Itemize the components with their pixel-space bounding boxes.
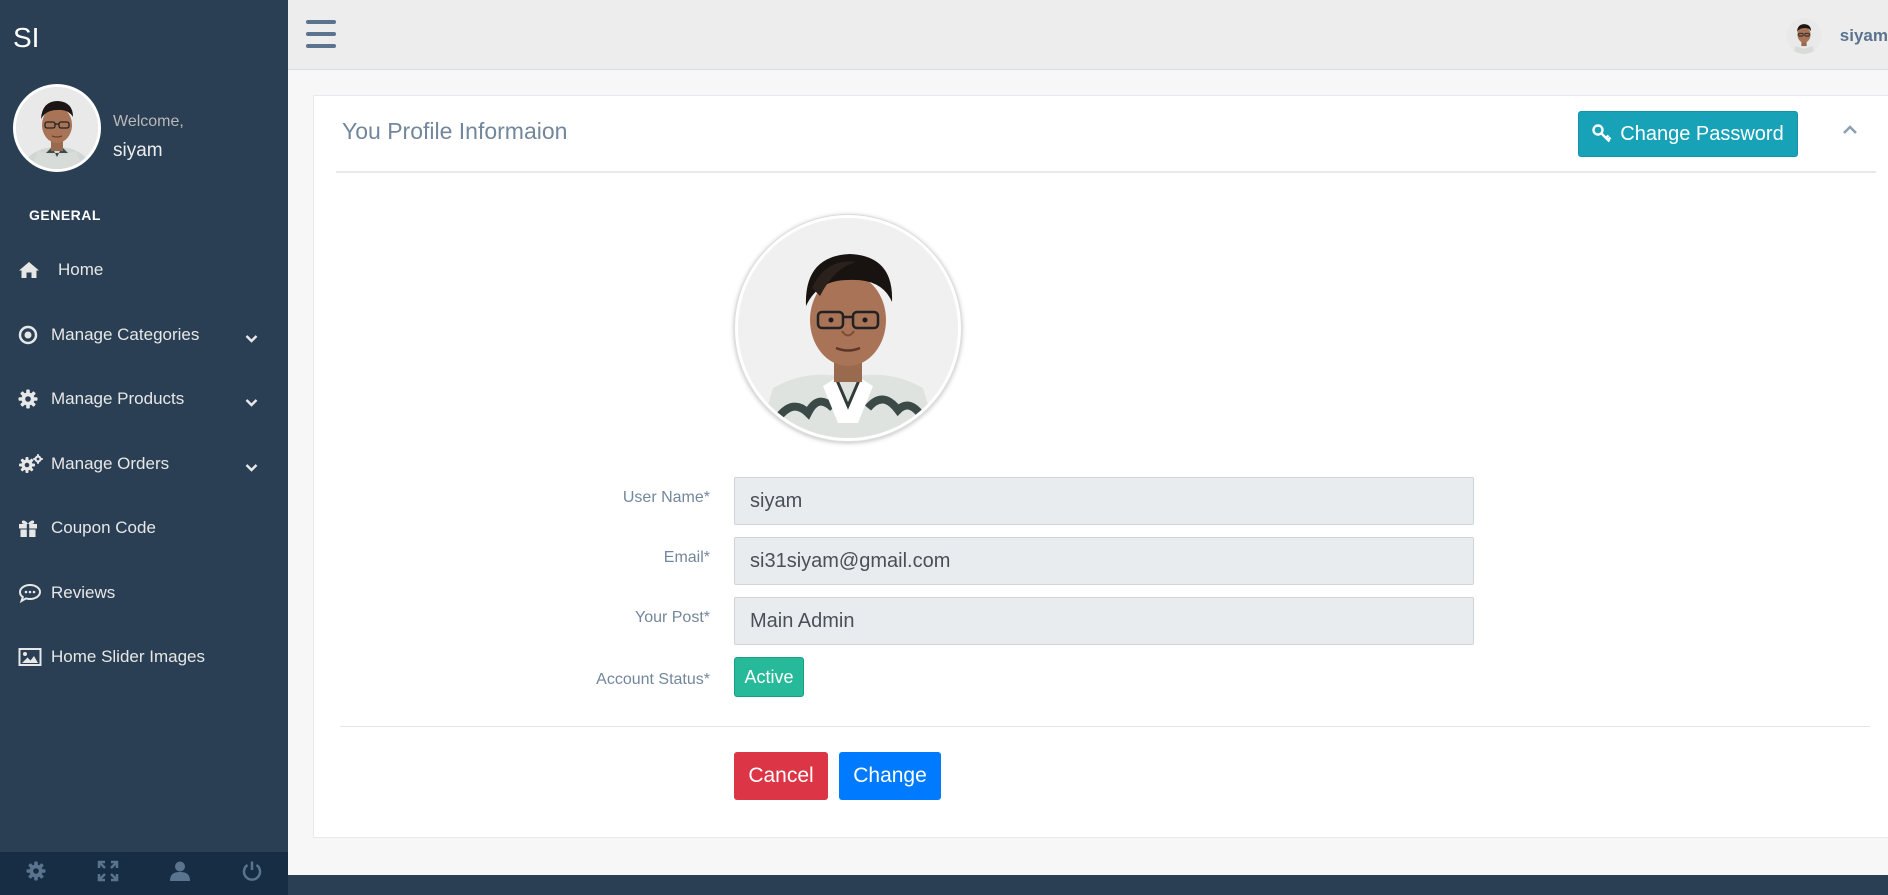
fullscreen-button[interactable]	[72, 852, 144, 895]
change-password-button[interactable]: Change Password	[1578, 111, 1798, 157]
email-field[interactable]: si31siyam@gmail.com	[734, 537, 1474, 585]
sidebar-nav: Home Manage Categories Manage Products M…	[0, 238, 288, 690]
sidebar-item-home-slider-images[interactable]: Home Slider Images	[0, 625, 288, 690]
power-icon	[241, 860, 263, 887]
sidebar: SI Welcome, siyam GENERAL Home Manage Ca…	[0, 0, 288, 895]
profile-photo	[734, 214, 962, 442]
top-username: siyam	[1839, 26, 1888, 45]
change-button[interactable]: Change	[839, 752, 941, 800]
user-icon	[169, 860, 191, 887]
chevron-up-icon[interactable]	[1842, 123, 1858, 141]
post-field[interactable]: Main Admin	[734, 597, 1474, 645]
chevron-down-icon	[245, 393, 258, 413]
sidebar-item-label: Manage Products	[51, 389, 185, 409]
profile-button[interactable]	[144, 852, 216, 895]
fullscreen-icon	[97, 860, 119, 887]
username-field[interactable]: siyam	[734, 477, 1474, 525]
comment-icon	[18, 582, 44, 604]
post-row: Your Post* Main Admin	[314, 597, 1888, 645]
status-row: Account Status* Active	[314, 657, 1888, 705]
gears-icon	[18, 453, 44, 475]
sidebar-item-label: Home	[58, 260, 104, 280]
welcome-text: Welcome,	[113, 113, 184, 130]
username-label: User Name*	[622, 489, 710, 506]
status-label: Account Status*	[596, 671, 710, 688]
gear-icon	[18, 388, 44, 410]
top-navbar: siyam	[288, 0, 1888, 70]
sidebar-item-manage-categories[interactable]: Manage Categories	[0, 303, 288, 368]
gift-icon	[18, 517, 44, 539]
settings-icon	[26, 861, 46, 886]
sidebar-item-label: Coupon Code	[51, 518, 156, 538]
menu-toggle-icon[interactable]	[306, 20, 336, 48]
profile-panel: You Profile Informaion Change Password U…	[313, 95, 1888, 838]
key-icon	[1592, 124, 1612, 144]
sidebar-item-manage-products[interactable]: Manage Products	[0, 367, 288, 432]
post-label: Your Post*	[634, 609, 710, 626]
email-row: Email* si31siyam@gmail.com	[314, 537, 1888, 585]
sidebar-item-label: Manage Categories	[51, 324, 200, 344]
image-icon	[18, 646, 44, 668]
email-label: Email*	[663, 549, 710, 566]
footer-bar	[288, 875, 1888, 895]
status-badge[interactable]: Active	[734, 657, 804, 697]
top-avatar	[1785, 18, 1822, 54]
title-divider	[336, 171, 1876, 173]
sidebar-footer	[0, 852, 288, 895]
home-icon	[18, 259, 44, 281]
change-password-label: Change Password	[1620, 122, 1784, 145]
cancel-button[interactable]: Cancel	[734, 752, 828, 800]
chevron-down-icon	[245, 458, 258, 478]
welcome-username: siyam	[113, 140, 163, 161]
sidebar-item-label: Reviews	[51, 582, 116, 602]
sidebar-item-label: Manage Orders	[51, 453, 170, 473]
panel-title: You Profile Informaion	[342, 118, 568, 144]
sidebar-item-manage-orders[interactable]: Manage Orders	[0, 432, 288, 497]
sidebar-item-reviews[interactable]: Reviews	[0, 561, 288, 626]
sidebar-item-home[interactable]: Home	[0, 238, 288, 303]
form-divider	[340, 726, 1870, 727]
logout-button[interactable]	[216, 852, 288, 895]
sidebar-item-label: Home Slider Images	[51, 647, 206, 667]
sidebar-item-coupon-code[interactable]: Coupon Code	[0, 496, 288, 561]
chevron-down-icon	[245, 329, 258, 349]
user-dropdown[interactable]: siyam	[1785, 18, 1888, 54]
username-row: User Name* siyam	[314, 477, 1888, 525]
menu-section-title: GENERAL	[29, 207, 101, 223]
sidebar-avatar	[13, 84, 101, 172]
brand-logo[interactable]: SI	[13, 22, 39, 54]
settings-button[interactable]	[0, 852, 72, 895]
dot-circle-icon	[18, 324, 44, 346]
